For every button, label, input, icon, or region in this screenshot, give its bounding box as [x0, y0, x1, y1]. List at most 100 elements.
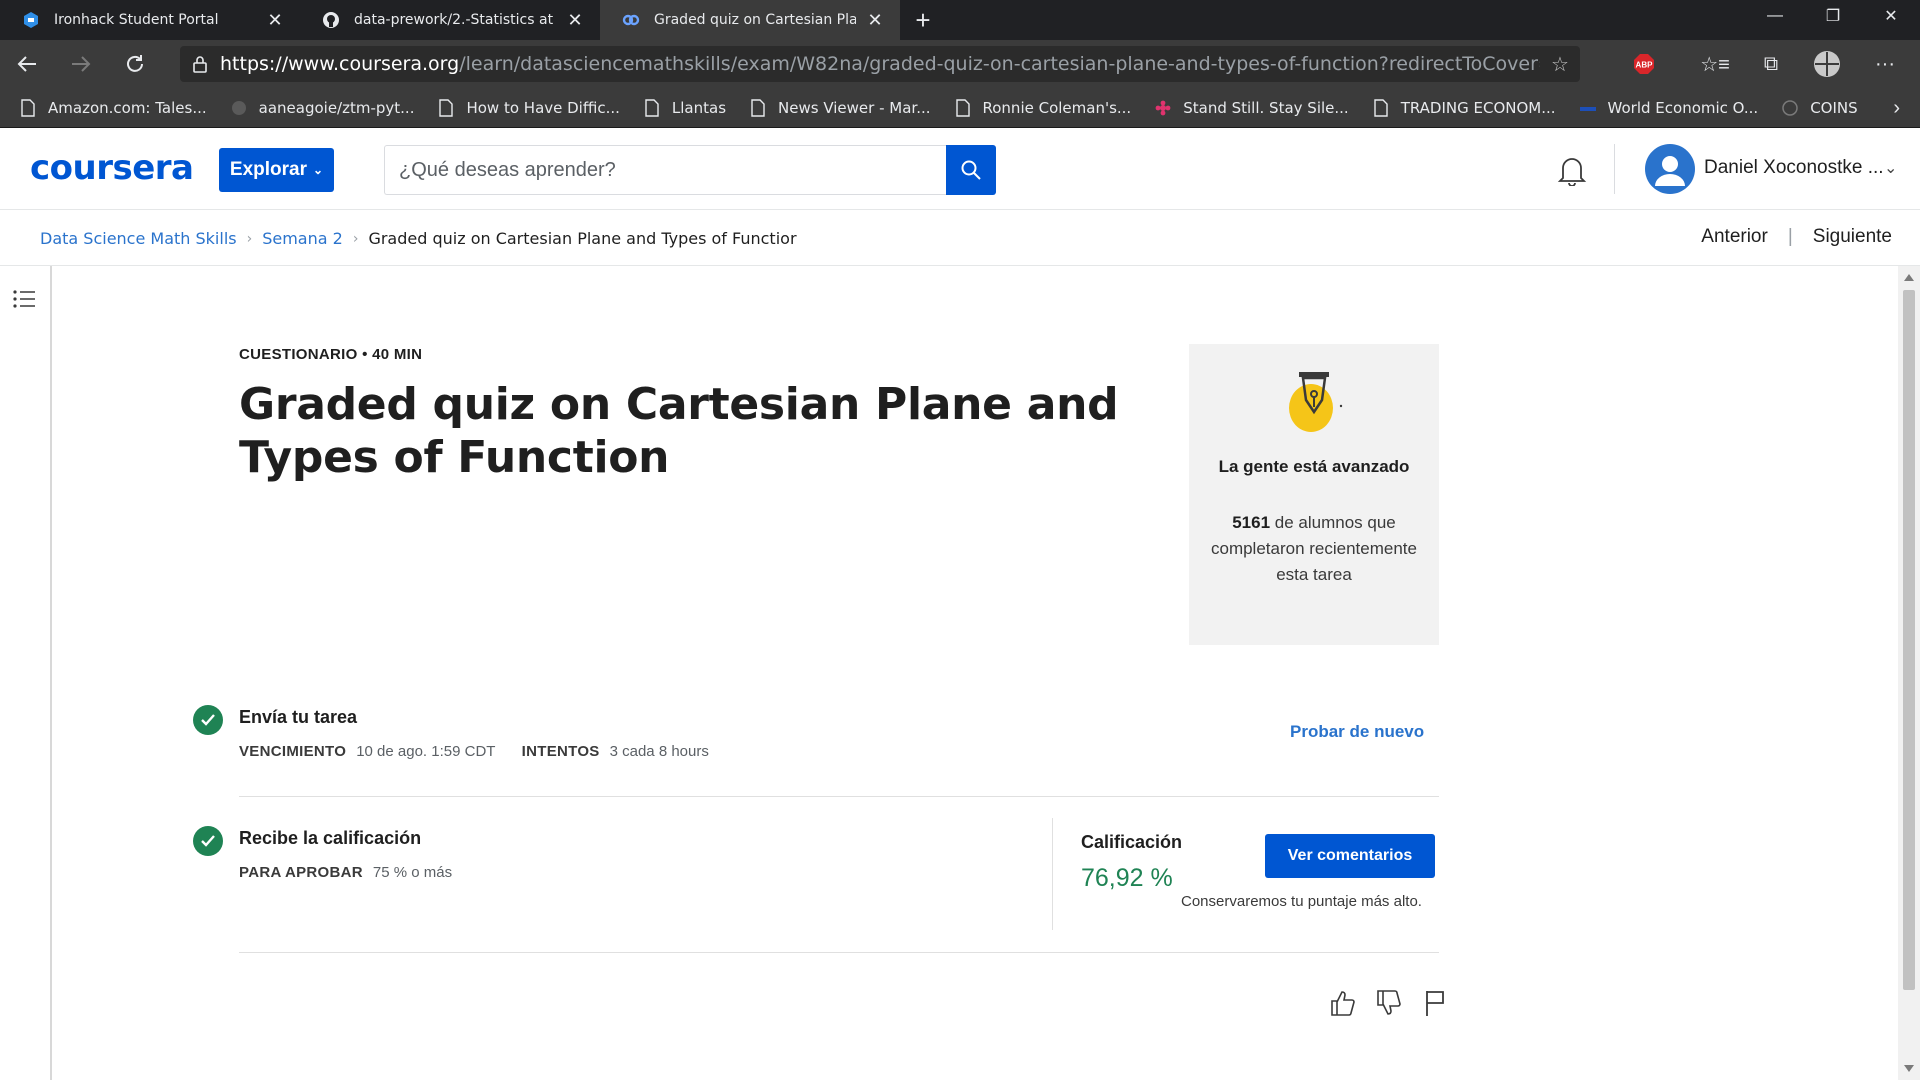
chevron-right-icon: ›: [352, 230, 359, 247]
address-toolbar: https://www.coursera.org/learn/datascien…: [0, 40, 1920, 88]
bookmark-item[interactable]: How to Have Diffic...: [438, 98, 620, 117]
course-outline-rail: [0, 266, 52, 1080]
arrow-left-icon: [17, 56, 36, 72]
view-feedback-button[interactable]: Ver comentarios: [1265, 834, 1435, 878]
highest-score-note: Conservaremos tu puntaje más alto.: [1181, 893, 1422, 910]
flower-icon: [1155, 100, 1171, 115]
breadcrumb: Data Science Math Skills › Semana 2 › Gr…: [0, 210, 1920, 266]
profile-avatar-icon[interactable]: [1800, 40, 1854, 88]
scrollbar-thumb[interactable]: [1903, 290, 1915, 990]
site-header: coursera Explorar ⌄ ¿Qué deseas aprender…: [0, 128, 1920, 210]
page-title: Graded quiz on Cartesian Plane and Types…: [239, 379, 1119, 483]
close-icon[interactable]: ✕: [264, 9, 286, 31]
url-bar[interactable]: https://www.coursera.org/learn/datascien…: [180, 46, 1580, 82]
thumbs-down-icon[interactable]: [1368, 986, 1410, 1020]
github-icon: [231, 100, 246, 115]
flag-icon[interactable]: [1414, 986, 1456, 1020]
forward-button[interactable]: [54, 40, 108, 88]
page-icon: [1373, 98, 1388, 117]
bookmark-item[interactable]: Ronnie Coleman's...: [955, 98, 1132, 117]
previous-link[interactable]: Anterior: [1701, 226, 1768, 248]
browser-tab-bar: Ironhack Student Portal ✕ data-prework/2…: [0, 0, 1920, 40]
search-placeholder: ¿Qué deseas aprender?: [399, 158, 616, 181]
collections-icon[interactable]: ⧉: [1744, 40, 1798, 88]
receive-grade-step: Recibe la calificación PARA APROBAR 75 % …: [193, 826, 1439, 896]
bookmark-item[interactable]: Stand Still. Stay Sile...: [1155, 99, 1349, 117]
url-scheme: https://: [220, 53, 289, 75]
tab-title: data-prework/2.-Statistics at master: [354, 12, 556, 28]
pass-label: PARA APROBAR: [239, 864, 363, 881]
new-tab-button[interactable]: +: [900, 0, 946, 40]
card-title: La gente está avanzado: [1218, 457, 1410, 476]
bookmark-label: Llantas: [671, 98, 727, 117]
bookmark-label: Amazon.com: Tales...: [48, 98, 207, 117]
close-icon[interactable]: ✕: [564, 9, 586, 31]
restore-icon[interactable]: ❐: [1804, 0, 1862, 32]
notifications-bell-icon[interactable]: [1554, 152, 1590, 188]
check-circle-icon: [193, 705, 223, 735]
window-controls: — ❐ ✕: [1746, 0, 1920, 32]
thumbs-up-icon[interactable]: [1322, 986, 1364, 1020]
breadcrumb-course-link[interactable]: Data Science Math Skills: [40, 229, 237, 248]
avatar[interactable]: [1645, 144, 1695, 194]
bookmark-label: COINS: [1810, 98, 1858, 117]
chevron-down-icon[interactable]: ⌄: [1884, 158, 1897, 178]
page-scrollbar[interactable]: [1898, 266, 1920, 1080]
submit-step-title: Envía tu tarea: [239, 707, 358, 727]
due-label: VENCIMIENTO: [239, 743, 347, 760]
section-divider: [239, 796, 1439, 797]
quiz-eyebrow: CUESTIONARIO • 40 MIN: [239, 346, 423, 363]
bookmark-item[interactable]: Llantas: [644, 99, 726, 117]
bookmark-item[interactable]: aaneagoie/ztm-pyt...: [231, 99, 414, 117]
user-name[interactable]: Daniel Xoconostke ...: [1704, 157, 1884, 179]
lock-icon: [180, 55, 220, 73]
pass-value: 75 % o más: [372, 864, 453, 881]
attempts-value: 3 cada 8 hours: [609, 743, 709, 760]
due-value: 10 de ago. 1:59 CDT: [356, 743, 496, 760]
reload-button[interactable]: [108, 40, 162, 88]
minimize-icon[interactable]: —: [1746, 0, 1804, 32]
bookmark-label: How to Have Diffic...: [466, 98, 620, 117]
github-icon: [322, 11, 340, 29]
bookmark-item[interactable]: Amazon.com: Tales...: [20, 99, 207, 117]
search-button[interactable]: [946, 145, 996, 195]
adblock-extension-icon[interactable]: ABP: [1617, 40, 1671, 88]
breadcrumb-current: Graded quiz on Cartesian Plane and Types…: [368, 229, 797, 248]
page-icon: [645, 98, 659, 117]
submit-assignment-step: Envía tu tarea VENCIMIENTO 10 de ago. 1:5…: [193, 705, 1439, 775]
more-menu-icon[interactable]: ···: [1858, 40, 1912, 88]
tab-coursera[interactable]: Graded quiz on Cartesian Plane and Types…: [600, 0, 900, 40]
tab-github[interactable]: data-prework/2.-Statistics at master ✕: [300, 0, 600, 40]
card-text: 5161 de alumnos que completaron reciente…: [1209, 510, 1419, 588]
attempts-label: INTENTOS: [521, 743, 600, 760]
coursera-icon: [622, 11, 640, 29]
chevron-right-icon[interactable]: ›: [1893, 88, 1900, 128]
favorite-star-icon[interactable]: ☆: [1540, 52, 1580, 77]
bookmark-item[interactable]: News Viewer - Mar...: [750, 99, 931, 117]
try-again-link[interactable]: Probar de nuevo: [1290, 722, 1424, 742]
outline-list-icon[interactable]: [12, 288, 36, 315]
coursera-logo[interactable]: coursera: [30, 148, 194, 188]
tab-title: Ironhack Student Portal: [54, 12, 219, 28]
learner-count: 5161: [1232, 513, 1271, 532]
bookmark-label: Ronnie Coleman's...: [982, 98, 1132, 117]
breadcrumb-week-link[interactable]: Semana 2: [262, 229, 343, 248]
scroll-down-arrow-icon[interactable]: [1904, 1065, 1914, 1072]
next-link[interactable]: Siguiente: [1813, 226, 1892, 248]
chevron-down-icon: ⌄: [313, 163, 324, 177]
search-input[interactable]: ¿Qué deseas aprender?: [384, 145, 946, 195]
arrow-right-icon: [72, 56, 91, 72]
tab-ironhack[interactable]: Ironhack Student Portal ✕: [0, 0, 300, 40]
back-button[interactable]: [0, 40, 54, 88]
close-icon[interactable]: ✕: [864, 9, 886, 31]
scroll-up-arrow-icon[interactable]: [1904, 274, 1914, 281]
close-window-icon[interactable]: ✕: [1862, 0, 1920, 32]
bookmark-item[interactable]: COINS: [1782, 98, 1858, 117]
grade-meta: PARA APROBAR 75 % o más: [239, 864, 474, 881]
grade-divider: [1052, 818, 1053, 930]
url-host: www.coursera.org: [288, 53, 460, 75]
bookmark-item[interactable]: TRADING ECONOM...: [1373, 99, 1556, 117]
explore-button[interactable]: Explorar ⌄: [219, 148, 334, 192]
favorites-list-icon[interactable]: ☆≡: [1688, 40, 1742, 88]
bookmark-item[interactable]: World Economic O...: [1579, 99, 1758, 117]
